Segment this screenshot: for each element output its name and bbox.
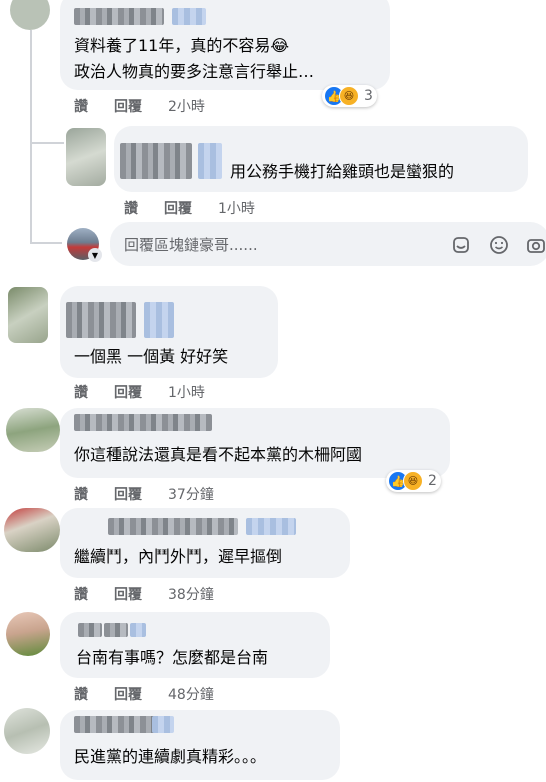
reply-button[interactable]: 回覆 bbox=[164, 198, 192, 218]
comment-text: 繼續鬥，內鬥外鬥，遲早摳倒 bbox=[74, 547, 283, 566]
haha-reaction-icon: 😆 bbox=[339, 86, 359, 106]
like-button[interactable]: 讚 bbox=[74, 684, 88, 704]
commenter-name[interactable] bbox=[120, 143, 192, 179]
like-button[interactable]: 讚 bbox=[74, 96, 88, 116]
commenter-badge bbox=[144, 302, 174, 338]
reply-button[interactable]: 回覆 bbox=[114, 382, 142, 402]
commenter-name[interactable] bbox=[104, 623, 128, 637]
comment-text: 你這種說法還真是看不起本黨的木柵阿國 bbox=[74, 445, 363, 464]
commenter-badge bbox=[152, 716, 174, 733]
comment-text: 台南有事嗎？怎麼都是台南 bbox=[76, 648, 269, 667]
thread-branch bbox=[30, 242, 62, 244]
timestamp[interactable]: 1小時 bbox=[218, 198, 255, 218]
like-button[interactable]: 讚 bbox=[74, 584, 88, 604]
reply-button[interactable]: 回覆 bbox=[114, 684, 142, 704]
comment-actions: 讚 回覆 48分鐘 bbox=[74, 684, 214, 704]
timestamp[interactable]: 48分鐘 bbox=[168, 684, 214, 704]
like-button[interactable]: 讚 bbox=[74, 484, 88, 504]
emoji-icon[interactable] bbox=[489, 235, 509, 255]
reaction-summary[interactable]: 👍 😆 2 bbox=[386, 470, 441, 492]
comment-text: 用公務手機打給雞頭也是蠻狠的 bbox=[230, 162, 455, 181]
commenter-name[interactable] bbox=[78, 623, 102, 637]
commenter-badge bbox=[130, 623, 146, 637]
reply-input-placeholder[interactable]: 回覆區塊鏈豪哥...... bbox=[124, 234, 258, 255]
avatar[interactable] bbox=[66, 128, 106, 186]
comment-text: 政治人物真的要多注意言行舉止… bbox=[74, 62, 315, 81]
reaction-summary[interactable]: 👍 😆 3 bbox=[322, 85, 377, 107]
thread-line bbox=[30, 30, 32, 244]
thread-branch bbox=[30, 142, 64, 144]
avatar-chevron-down-icon[interactable]: ▼ bbox=[88, 248, 102, 262]
camera-icon[interactable] bbox=[526, 235, 546, 255]
avatar[interactable] bbox=[6, 408, 60, 452]
comment-text: 民進黨的連續劇真精彩。。。 bbox=[74, 747, 267, 766]
timestamp[interactable]: 37分鐘 bbox=[168, 484, 214, 504]
reaction-count: 2 bbox=[428, 473, 437, 489]
commenter-name[interactable] bbox=[66, 302, 136, 338]
commenter-name[interactable] bbox=[74, 414, 212, 431]
timestamp[interactable]: 1小時 bbox=[168, 382, 205, 402]
commenter-badge bbox=[172, 8, 206, 25]
reply-button[interactable]: 回覆 bbox=[114, 484, 142, 504]
commenter-name[interactable] bbox=[74, 8, 164, 25]
haha-reaction-icon: 😆 bbox=[403, 471, 423, 491]
avatar[interactable] bbox=[8, 287, 48, 343]
comment-actions: 讚 回覆 1小時 bbox=[124, 198, 255, 218]
like-button[interactable]: 讚 bbox=[74, 382, 88, 402]
like-button[interactable]: 讚 bbox=[124, 198, 138, 218]
reaction-count: 3 bbox=[364, 88, 373, 104]
avatar[interactable] bbox=[6, 612, 50, 656]
sticker-icon[interactable] bbox=[451, 235, 471, 255]
timestamp[interactable]: 38分鐘 bbox=[168, 584, 214, 604]
avatar[interactable] bbox=[4, 708, 50, 754]
avatar[interactable] bbox=[4, 508, 60, 552]
commenter-badge bbox=[198, 143, 222, 179]
avatar[interactable] bbox=[10, 0, 50, 30]
commenter-badge bbox=[246, 518, 296, 535]
comment-actions: 讚 回覆 38分鐘 bbox=[74, 584, 214, 604]
comment-text: 資料養了11年，真的不容易😂 bbox=[74, 36, 290, 55]
comment-actions: 讚 回覆 37分鐘 bbox=[74, 484, 214, 504]
reply-button[interactable]: 回覆 bbox=[114, 96, 142, 116]
timestamp[interactable]: 2小時 bbox=[168, 96, 205, 116]
reply-button[interactable]: 回覆 bbox=[114, 584, 142, 604]
commenter-name[interactable] bbox=[108, 518, 238, 535]
comment-actions: 讚 回覆 2小時 bbox=[74, 96, 205, 116]
comment-text: 一個黑 一個黃 好好笑 bbox=[74, 347, 229, 366]
comment-actions: 讚 回覆 1小時 bbox=[74, 382, 205, 402]
